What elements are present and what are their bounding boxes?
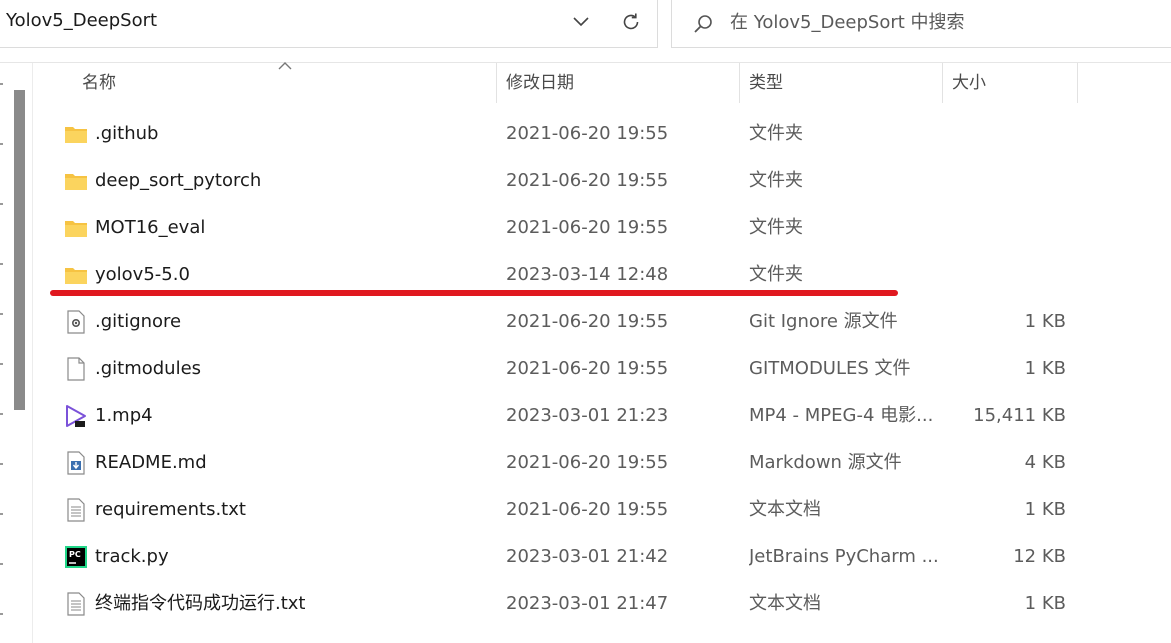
file-size: 12 KB	[1013, 546, 1066, 567]
column-header-name-label: 名称	[82, 73, 116, 93]
file-size: 1 KB	[1024, 311, 1066, 332]
address-dropdown-button[interactable]	[564, 7, 598, 37]
file-type: JetBrains PyCharm ...	[749, 546, 939, 567]
file-date: 2021-06-20 19:55	[506, 217, 669, 238]
text-file-icon	[67, 592, 85, 616]
address-path[interactable]: Yolov5_DeepSort	[6, 10, 157, 31]
file-name: README.md	[95, 452, 207, 473]
text-file-icon	[67, 498, 85, 522]
file-size	[944, 157, 1066, 204]
column-header-row: 名称 修改日期 类型 大小	[34, 62, 1171, 103]
nav-tick	[0, 143, 3, 145]
file-type: 文本文档	[749, 593, 821, 614]
refresh-icon	[623, 13, 639, 30]
file-type: Git Ignore 源文件	[749, 311, 898, 332]
file-row[interactable]: .gitmodules 2021-06-20 19:55 GITMODULES …	[34, 345, 1171, 392]
folder-icon	[65, 268, 87, 284]
column-header-date[interactable]: 修改日期	[496, 63, 739, 103]
file-size	[944, 110, 1066, 157]
search-box[interactable]	[671, 0, 1171, 48]
file-row[interactable]: requirements.txt 2021-06-20 19:55 文本文档 1…	[34, 486, 1171, 533]
file-size	[944, 251, 1066, 298]
file-name: 1.mp4	[95, 405, 153, 426]
file-date: 2021-06-20 19:55	[506, 452, 669, 473]
file-date: 2023-03-01 21:42	[506, 546, 669, 567]
column-header-type[interactable]: 类型	[739, 63, 942, 103]
file-name: .gitmodules	[95, 358, 202, 379]
address-bar[interactable]: Yolov5_DeepSort	[0, 0, 658, 48]
file-size: 15,411 KB	[973, 405, 1066, 426]
file-name: MOT16_eval	[95, 217, 206, 238]
file-name: .gitignore	[95, 311, 182, 332]
file-date: 2021-06-20 19:55	[506, 499, 669, 520]
file-row[interactable]: deep_sort_pytorch 2021-06-20 19:55 文件夹	[34, 157, 1171, 204]
file-type: GITMODULES 文件	[749, 358, 911, 379]
file-row[interactable]: 终端指令代码成功运行.txt 2023-03-01 21:47 文本文档 1 K…	[34, 580, 1171, 627]
video-file-icon	[66, 405, 86, 427]
nav-tick	[0, 463, 3, 465]
file-name: deep_sort_pytorch	[95, 170, 262, 191]
file-type: Markdown 源文件	[749, 452, 902, 473]
nav-tick	[0, 83, 3, 85]
markdown-file-icon	[67, 451, 85, 475]
file-type: 文件夹	[749, 123, 803, 144]
column-header-date-label: 修改日期	[506, 73, 574, 93]
file-row[interactable]: .gitignore 2021-06-20 19:55 Git Ignore 源…	[34, 298, 1171, 345]
column-header-size-label: 大小	[952, 73, 986, 93]
file-type: 文件夹	[749, 217, 803, 238]
file-name: 终端指令代码成功运行.txt	[95, 593, 306, 614]
sort-ascending-icon	[278, 62, 292, 70]
nav-tick	[0, 563, 3, 565]
file-date: 2023-03-01 21:23	[506, 405, 669, 426]
chevron-down-icon	[573, 17, 589, 27]
svg-text:PC: PC	[69, 550, 81, 559]
nav-tick	[0, 263, 3, 265]
nav-tick	[0, 363, 3, 365]
navigation-scrollbar-thumb[interactable]	[14, 90, 25, 410]
search-input[interactable]	[730, 9, 1150, 35]
column-header-type-label: 类型	[749, 73, 783, 93]
annotation-underline	[50, 290, 898, 296]
file-date: 2021-06-20 19:55	[506, 170, 669, 191]
file-size: 1 KB	[1024, 593, 1066, 614]
file-size	[944, 204, 1066, 251]
folder-icon	[65, 127, 87, 143]
folder-icon	[65, 174, 87, 190]
file-type: MP4 - MPEG-4 电影...	[749, 405, 934, 426]
column-separator[interactable]	[1077, 63, 1078, 103]
nav-tick	[0, 413, 3, 415]
file-date: 2023-03-01 21:47	[506, 593, 669, 614]
search-icon	[694, 15, 712, 33]
file-size: 4 KB	[1024, 452, 1066, 473]
blank-file-icon	[67, 357, 85, 381]
file-row[interactable]: PC track.py 2023-03-01 21:42 JetBrains P…	[34, 533, 1171, 580]
pycharm-file-icon: PC	[65, 546, 87, 568]
file-row[interactable]: MOT16_eval 2021-06-20 19:55 文件夹	[34, 204, 1171, 251]
nav-tick	[0, 203, 3, 205]
file-row[interactable]: 1.mp4 2023-03-01 21:23 MP4 - MPEG-4 电影..…	[34, 392, 1171, 439]
file-type: 文件夹	[749, 170, 803, 191]
folder-icon	[65, 221, 87, 237]
file-size: 1 KB	[1024, 358, 1066, 379]
file-date: 2021-06-20 19:55	[506, 123, 669, 144]
refresh-button[interactable]	[614, 7, 648, 37]
settings-file-icon	[67, 310, 85, 334]
nav-tick	[0, 613, 3, 615]
file-date: 2021-06-20 19:55	[506, 358, 669, 379]
file-name: .github	[95, 123, 159, 144]
file-size: 1 KB	[1024, 499, 1066, 520]
file-name: track.py	[95, 546, 169, 567]
file-date: 2021-06-20 19:55	[506, 311, 669, 332]
file-row[interactable]: README.md 2021-06-20 19:55 Markdown 源文件 …	[34, 439, 1171, 486]
nav-tick	[0, 513, 3, 515]
column-header-size[interactable]: 大小	[942, 63, 1077, 103]
nav-tick	[0, 313, 3, 315]
file-name: requirements.txt	[95, 499, 246, 520]
file-type: 文本文档	[749, 499, 821, 520]
file-row[interactable]: .github 2021-06-20 19:55 文件夹	[34, 110, 1171, 157]
